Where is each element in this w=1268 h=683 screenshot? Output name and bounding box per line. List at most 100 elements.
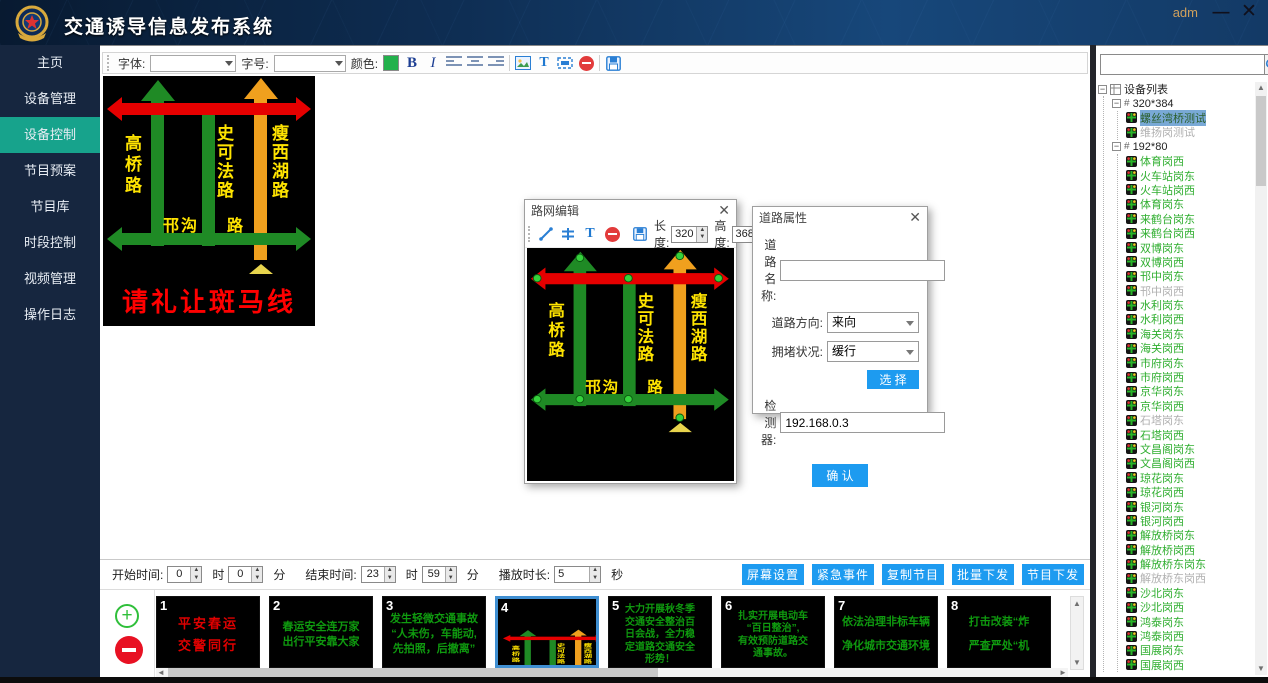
scrollbar-thumb[interactable]: [1256, 96, 1266, 186]
program-send-button[interactable]: 节目下发: [1022, 564, 1084, 585]
tree-device-item[interactable]: 解放桥岗西: [1126, 543, 1254, 557]
tree-device-item[interactable]: 体育岗东: [1126, 197, 1254, 211]
align-right-icon[interactable]: [488, 54, 504, 72]
control-point[interactable]: [576, 254, 585, 262]
tree-device-item[interactable]: 来鹤台岗西: [1126, 226, 1254, 240]
pick-button[interactable]: 选 择: [867, 370, 919, 389]
tree-device-item[interactable]: 文昌阁岗东: [1126, 442, 1254, 456]
crossroad-tool-icon[interactable]: [560, 225, 576, 243]
tree-device-item[interactable]: 双博岗东: [1126, 240, 1254, 254]
scrollbar-thumb[interactable]: [168, 668, 658, 677]
start-hour-spinner[interactable]: 0▲▼: [167, 566, 202, 583]
tree-device-item[interactable]: 海关岗西: [1126, 341, 1254, 355]
road-name-input[interactable]: [780, 260, 945, 281]
add-program-button[interactable]: +: [115, 604, 139, 628]
road-network-canvas[interactable]: 高桥路 史可法路 瘦西湖路 邗沟 路 请礼让斑马线: [527, 248, 734, 481]
length-spinner[interactable]: 320▲▼: [671, 226, 708, 243]
text-tool-button[interactable]: T: [582, 225, 598, 243]
sidebar-item-time-control[interactable]: 时段控制: [0, 225, 100, 261]
tree-device-item[interactable]: 京华岗西: [1126, 399, 1254, 413]
minimize-button[interactable]: —: [1210, 2, 1232, 22]
end-minute-spinner[interactable]: 59▲▼: [422, 566, 457, 583]
playlist-item[interactable]: 6扎实开展电动车“百日整治”,有效预防道路交通事故。: [721, 596, 825, 668]
save-icon[interactable]: [605, 54, 621, 72]
spin-up-icon[interactable]: ▲: [446, 567, 456, 575]
spin-down-icon[interactable]: ▼: [385, 575, 395, 583]
tree-device-item[interactable]: 市府岗东: [1126, 355, 1254, 369]
align-center-icon[interactable]: [467, 54, 483, 72]
close-icon[interactable]: ✕: [909, 209, 921, 226]
close-button[interactable]: ✕: [1238, 2, 1260, 22]
tree-device-item[interactable]: 鸿泰岗东: [1126, 614, 1254, 628]
tree-device-item[interactable]: 来鹤台岗东: [1126, 212, 1254, 226]
tree-device-item[interactable]: 邗中岗西: [1126, 283, 1254, 297]
start-minute-spinner[interactable]: 0▲▼: [228, 566, 263, 583]
editable-road-diagram[interactable]: 高桥路 史可法路 瘦西湖路 邗沟 路 请礼让斑马线: [527, 248, 733, 481]
collapse-icon[interactable]: −: [1112, 99, 1121, 108]
tree-device-item[interactable]: 海关岗东: [1126, 327, 1254, 341]
spin-up-icon[interactable]: ▲: [697, 227, 707, 235]
save-icon[interactable]: [632, 225, 648, 243]
scroll-down-icon[interactable]: ▼: [1071, 656, 1083, 669]
tree-device-item[interactable]: 火车站岗东: [1126, 168, 1254, 182]
marquee-tool-icon[interactable]: [557, 54, 573, 72]
tree-device-item[interactable]: 邗中岗东: [1126, 269, 1254, 283]
scroll-down-icon[interactable]: ▼: [1255, 663, 1267, 675]
tree-device-item[interactable]: 京华岗东: [1126, 384, 1254, 398]
spin-down-icon[interactable]: ▼: [590, 575, 600, 583]
congestion-select[interactable]: 缓行: [827, 341, 919, 362]
sidebar-item-program-library[interactable]: 节目库: [0, 189, 100, 225]
tree-device-item[interactable]: 石塔岗西: [1126, 427, 1254, 441]
tree-device-item[interactable]: 石塔岗东: [1126, 413, 1254, 427]
sidebar-item-operation-log[interactable]: 操作日志: [0, 297, 100, 333]
italic-button[interactable]: I: [425, 54, 441, 72]
spin-up-icon[interactable]: ▲: [191, 567, 201, 575]
end-hour-spinner[interactable]: 23▲▼: [361, 566, 396, 583]
control-point[interactable]: [533, 274, 542, 282]
emergency-event-button[interactable]: 紧急事件: [812, 564, 874, 585]
tree-scrollbar[interactable]: ▲ ▼: [1255, 82, 1267, 675]
control-point[interactable]: [624, 395, 633, 403]
playlist-item[interactable]: 3发生轻微交通事故“人未伤，车能动,先拍照，后撤离”: [382, 596, 486, 668]
tree-group[interactable]: −#320*384: [1112, 96, 1254, 110]
tree-group[interactable]: −#192*80: [1112, 140, 1254, 154]
control-point[interactable]: [576, 395, 585, 403]
tree-device-item[interactable]: 体育岗西: [1126, 154, 1254, 168]
collapse-icon[interactable]: −: [1112, 142, 1121, 151]
align-left-icon[interactable]: [446, 54, 462, 72]
tree-device-item[interactable]: 解放桥东岗东: [1126, 557, 1254, 571]
tree-device-item[interactable]: 水利岗东: [1126, 298, 1254, 312]
spin-down-icon[interactable]: ▼: [252, 575, 262, 583]
font-size-select[interactable]: [274, 55, 346, 72]
control-point[interactable]: [624, 274, 633, 282]
spin-down-icon[interactable]: ▼: [446, 575, 456, 583]
sidebar-item-video-mgmt[interactable]: 视频管理: [0, 261, 100, 297]
screen-settings-button[interactable]: 屏幕设置: [742, 564, 804, 585]
tree-device-item[interactable]: 鸿泰岗西: [1126, 629, 1254, 643]
remove-program-button[interactable]: [115, 636, 143, 664]
logged-in-user[interactable]: adm: [1173, 5, 1198, 20]
tree-device-item[interactable]: 琼花岗东: [1126, 471, 1254, 485]
playlist-horizontal-scrollbar[interactable]: ◄ ►: [156, 668, 1068, 677]
playlist-item[interactable]: 8打击改装“炸严查严处“机: [947, 596, 1051, 668]
scroll-left-icon[interactable]: ◄: [156, 668, 166, 677]
tree-device-item[interactable]: 水利岗西: [1126, 312, 1254, 326]
playlist-item[interactable]: 7依法治理非标车辆净化城市交通环境: [834, 596, 938, 668]
tree-device-item[interactable]: 沙北岗西: [1126, 600, 1254, 614]
playlist-item[interactable]: 2春运安全连万家出行平安靠大家: [269, 596, 373, 668]
control-point[interactable]: [714, 274, 723, 282]
sidebar-item-device-control[interactable]: 设备控制: [0, 117, 100, 153]
tree-device-item[interactable]: 市府岗西: [1126, 370, 1254, 384]
tree-device-item[interactable]: 国展岗东: [1126, 643, 1254, 657]
search-input[interactable]: [1100, 54, 1265, 75]
batch-send-button[interactable]: 批量下发: [952, 564, 1014, 585]
detector-input[interactable]: [780, 412, 945, 433]
insert-image-icon[interactable]: [515, 54, 531, 72]
road-direction-select[interactable]: 来向: [827, 312, 919, 333]
confirm-button[interactable]: 确 认: [812, 464, 868, 487]
collapse-icon[interactable]: −: [1098, 85, 1107, 94]
duration-spinner[interactable]: 5▲▼: [554, 566, 601, 583]
tree-device-item[interactable]: 维扬岗测试: [1126, 125, 1254, 139]
color-swatch[interactable]: [383, 55, 399, 71]
sidebar-item-device-mgmt[interactable]: 设备管理: [0, 81, 100, 117]
